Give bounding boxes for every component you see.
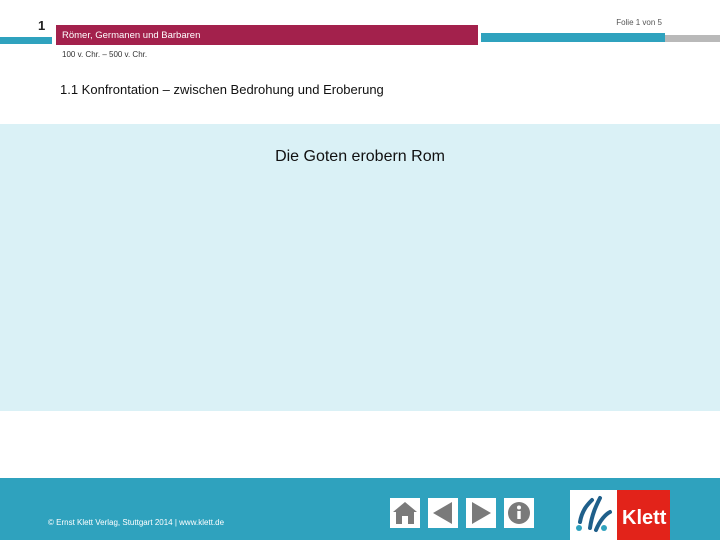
forward-arrow-icon [466,498,496,528]
back-arrow-icon [428,498,458,528]
section-heading: 1.1 Konfrontation – zwischen Bedrohung u… [60,82,384,97]
time-period: 100 v. Chr. – 500 v. Chr. [62,50,148,59]
home-button[interactable] [390,498,420,528]
chapter-title: Römer, Germanen und Barbaren [62,30,201,41]
right-accent-bar [481,33,665,42]
klett-logo-icon: Klett [570,490,670,540]
home-icon [390,498,420,528]
klett-logo: Klett [570,490,670,540]
slide-counter: Folie 1 von 5 [616,18,662,27]
previous-slide-button[interactable] [428,498,458,528]
next-slide-button[interactable] [466,498,496,528]
slide-title: Die Goten erobern Rom [0,148,720,166]
left-accent-bar [0,37,52,44]
right-gray-bar [665,35,720,42]
copyright-notice: © Ernst Klett Verlag, Stuttgart 2014 | w… [48,518,225,527]
info-icon [504,498,534,528]
content-panel [0,124,720,411]
chapter-number: 1 [38,18,46,33]
slide-title-text: Die Goten erobern Rom [275,148,445,165]
info-button[interactable] [504,498,534,528]
klett-logo-text: Klett [622,507,667,529]
